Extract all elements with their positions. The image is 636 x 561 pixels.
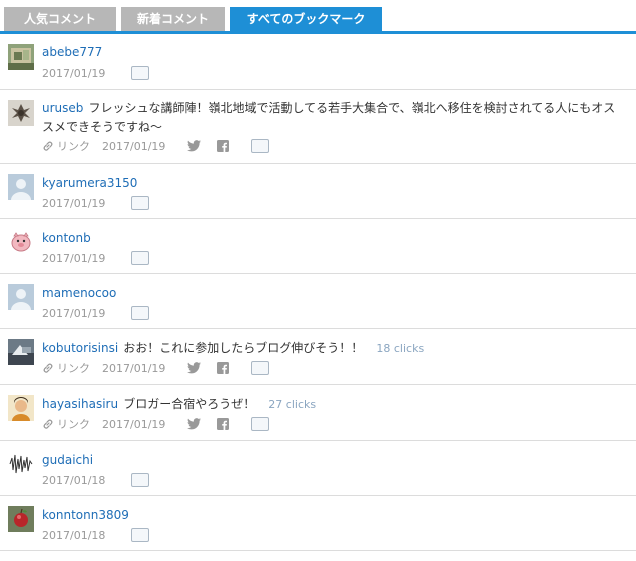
comment-permalink[interactable]: リンク xyxy=(42,138,90,154)
comment-text: ブロガー合宿やろうぜ！ xyxy=(123,397,256,411)
link-label: リンク xyxy=(57,140,90,153)
username-link[interactable]: kyarumera3150 xyxy=(42,176,137,190)
star-add-icon[interactable] xyxy=(131,251,150,265)
bookmark-date: 2017/01/19 xyxy=(102,417,166,431)
avatar[interactable] xyxy=(8,44,34,70)
bookmark-date: 2017/01/19 xyxy=(42,306,106,320)
twitter-share-icon[interactable] xyxy=(187,362,202,374)
username-link[interactable]: uruseb xyxy=(42,101,83,115)
username-link[interactable]: mamenocoo xyxy=(42,286,116,300)
bookmark-date: 2017/01/19 xyxy=(42,251,106,265)
bookmark-date: 2017/01/19 xyxy=(102,139,166,153)
star-add-icon[interactable] xyxy=(131,66,150,80)
username-link[interactable]: gudaichi xyxy=(42,453,93,467)
username-link[interactable]: kobutorisinsi xyxy=(42,341,118,355)
avatar[interactable] xyxy=(8,451,34,477)
bookmark-item: gudaichi 2017/01/18 xyxy=(0,441,636,496)
link-icon xyxy=(43,419,53,429)
comment-text: フレッシュな講師陣！嶺北地域で活動してる若手大集合で、嶺北へ移住を検討されてる人… xyxy=(42,101,616,134)
link-icon xyxy=(43,363,53,373)
bookmark-item: abebe777 2017/01/19 xyxy=(0,34,636,90)
tab-all-bookmarks[interactable]: すべてのブックマーク xyxy=(230,7,382,31)
tab-bar: 人気コメント 新着コメント すべてのブックマーク xyxy=(0,0,636,34)
bookmark-item: uruseb フレッシュな講師陣！嶺北地域で活動してる若手大集合で、嶺北へ移住を… xyxy=(0,90,636,164)
username-link[interactable]: kontonb xyxy=(42,231,91,245)
username-link[interactable]: konntonn3809 xyxy=(42,508,129,522)
comment-permalink[interactable]: リンク xyxy=(42,360,90,376)
bookmark-item: kontonb 2017/01/19 xyxy=(0,219,636,274)
avatar[interactable] xyxy=(8,229,34,255)
bookmark-date: 2017/01/19 xyxy=(102,361,166,375)
avatar[interactable] xyxy=(8,395,34,421)
bookmark-item: kobutorisinsi おお！これに参加したらブログ伸びそう！！ 18 cl… xyxy=(0,329,636,385)
bookmark-date: 2017/01/18 xyxy=(42,473,106,487)
bookmark-date: 2017/01/19 xyxy=(42,196,106,210)
avatar[interactable] xyxy=(8,284,34,310)
click-count[interactable]: 27 clicks xyxy=(268,398,316,411)
star-add-icon[interactable] xyxy=(251,417,270,431)
click-count[interactable]: 18 clicks xyxy=(376,342,424,355)
comment-permalink[interactable]: リンク xyxy=(42,416,90,432)
facebook-share-icon[interactable] xyxy=(217,418,230,430)
link-label: リンク xyxy=(57,418,90,431)
facebook-share-icon[interactable] xyxy=(217,140,230,152)
twitter-share-icon[interactable] xyxy=(187,140,202,152)
tab-new-comments[interactable]: 新着コメント xyxy=(121,7,225,31)
star-add-icon[interactable] xyxy=(131,306,150,320)
avatar[interactable] xyxy=(8,100,34,126)
bookmark-item: konntonn3809 2017/01/18 xyxy=(0,496,636,551)
username-link[interactable]: hayasihasiru xyxy=(42,397,118,411)
avatar[interactable] xyxy=(8,174,34,200)
username-link[interactable]: abebe777 xyxy=(42,45,102,59)
bookmark-item: kyarumera3150 2017/01/19 xyxy=(0,164,636,219)
bookmark-date: 2017/01/18 xyxy=(42,528,106,542)
bookmark-item: mamenocoo 2017/01/19 xyxy=(0,274,636,329)
tab-popular-comments[interactable]: 人気コメント xyxy=(4,7,116,31)
comment-text: おお！これに参加したらブログ伸びそう！！ xyxy=(123,341,364,355)
bookmark-date: 2017/01/19 xyxy=(42,66,106,80)
bookmark-item: hayasihasiru ブロガー合宿やろうぜ！ 27 clicks リンク 2… xyxy=(0,385,636,441)
link-label: リンク xyxy=(57,362,90,375)
twitter-share-icon[interactable] xyxy=(187,418,202,430)
star-add-icon[interactable] xyxy=(251,139,270,153)
star-add-icon[interactable] xyxy=(131,528,150,542)
avatar[interactable] xyxy=(8,506,34,532)
facebook-share-icon[interactable] xyxy=(217,362,230,374)
star-add-icon[interactable] xyxy=(131,196,150,210)
star-add-icon[interactable] xyxy=(131,473,150,487)
star-add-icon[interactable] xyxy=(251,361,270,375)
link-icon xyxy=(43,141,53,151)
avatar[interactable] xyxy=(8,339,34,365)
